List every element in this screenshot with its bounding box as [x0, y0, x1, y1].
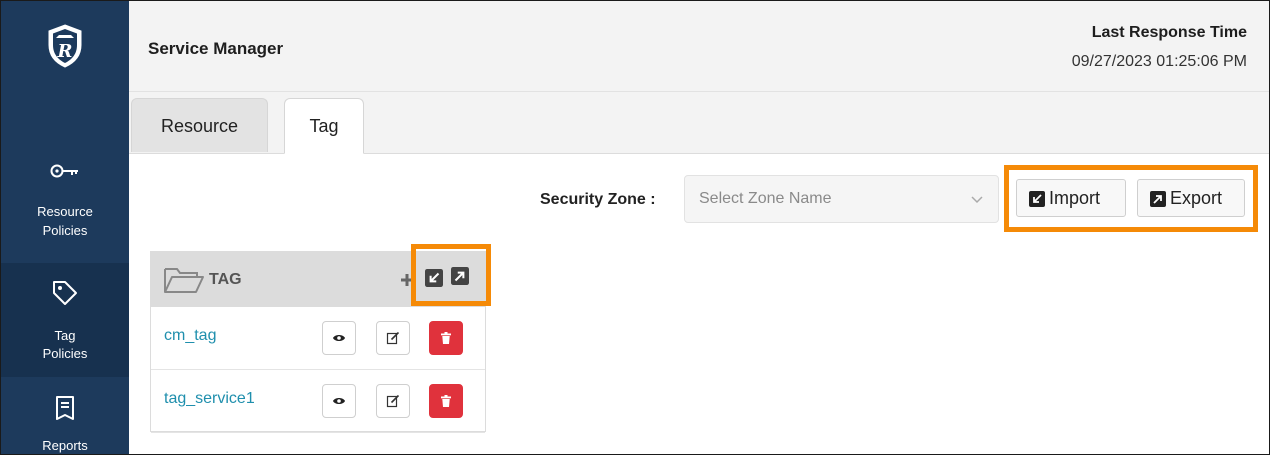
- sidebar-item-resource-policies[interactable]: Resource Policies: [1, 149, 129, 259]
- edit-icon: [386, 394, 400, 408]
- chevron-down-icon: [971, 196, 983, 204]
- service-link[interactable]: cm_tag: [164, 327, 216, 345]
- panel-export-button[interactable]: [451, 267, 469, 285]
- trash-icon: [441, 395, 451, 407]
- export-icon: [451, 267, 469, 285]
- sidebar-item-tag-policies[interactable]: Tag Policies: [1, 263, 129, 377]
- svg-text:R: R: [57, 41, 73, 62]
- sidebar: R Resource Policies Tag Policies Reports: [1, 1, 129, 454]
- table-row: tag_service1: [151, 370, 485, 433]
- service-link[interactable]: tag_service1: [164, 390, 255, 408]
- tab-resource[interactable]: Resource: [131, 98, 268, 152]
- import-button[interactable]: Import: [1016, 179, 1126, 217]
- export-button[interactable]: Export: [1137, 179, 1245, 217]
- panel-import-button[interactable]: [425, 269, 443, 287]
- last-response-label: Last Response Time: [1091, 24, 1247, 41]
- report-icon: [56, 396, 74, 420]
- sidebar-item-label: Resource: [37, 204, 93, 219]
- export-label: Export: [1170, 188, 1223, 208]
- sidebar-item-reports[interactable]: Reports: [1, 379, 129, 454]
- eye-icon: [333, 335, 345, 341]
- import-label: Import: [1049, 188, 1101, 208]
- export-icon: [1150, 191, 1166, 207]
- page-title: Service Manager: [148, 39, 284, 58]
- sidebar-item-label: Policies: [42, 346, 88, 361]
- view-button[interactable]: [322, 384, 356, 418]
- tag-icon: [53, 281, 77, 305]
- app-frame: R Resource Policies Tag Policies Reports…: [0, 0, 1270, 455]
- page-header: Service Manager Last Response Time 09/27…: [129, 1, 1269, 92]
- sidebar-item-label: Tag: [54, 328, 76, 343]
- view-button[interactable]: [322, 321, 356, 355]
- edit-button[interactable]: [376, 384, 410, 418]
- sidebar-item-label: Reports: [42, 438, 88, 453]
- key-icon: [50, 164, 78, 178]
- trash-icon: [441, 332, 451, 344]
- tab-bar: Resource Tag: [129, 92, 1269, 154]
- shield-logo-icon: R: [48, 24, 82, 68]
- table-row: cm_tag: [151, 307, 485, 370]
- edit-button[interactable]: [376, 321, 410, 355]
- zone-select-placeholder: Select Zone Name: [699, 190, 832, 207]
- security-zone-label: Security Zone :: [540, 191, 656, 208]
- import-icon: [1029, 191, 1045, 207]
- tab-tag[interactable]: Tag: [284, 98, 364, 154]
- eye-icon: [333, 398, 345, 404]
- edit-icon: [386, 331, 400, 345]
- app-logo[interactable]: R: [1, 1, 129, 92]
- last-response-value: 09/27/2023 01:25:06 PM: [1071, 53, 1247, 70]
- folder-icon: [164, 268, 204, 293]
- delete-button[interactable]: [429, 384, 463, 418]
- security-zone-select[interactable]: Select Zone Name: [684, 175, 999, 223]
- delete-button[interactable]: [429, 321, 463, 355]
- sidebar-item-label: Policies: [42, 223, 88, 238]
- import-icon: [425, 269, 443, 287]
- tag-panel-title: TAG: [209, 271, 242, 288]
